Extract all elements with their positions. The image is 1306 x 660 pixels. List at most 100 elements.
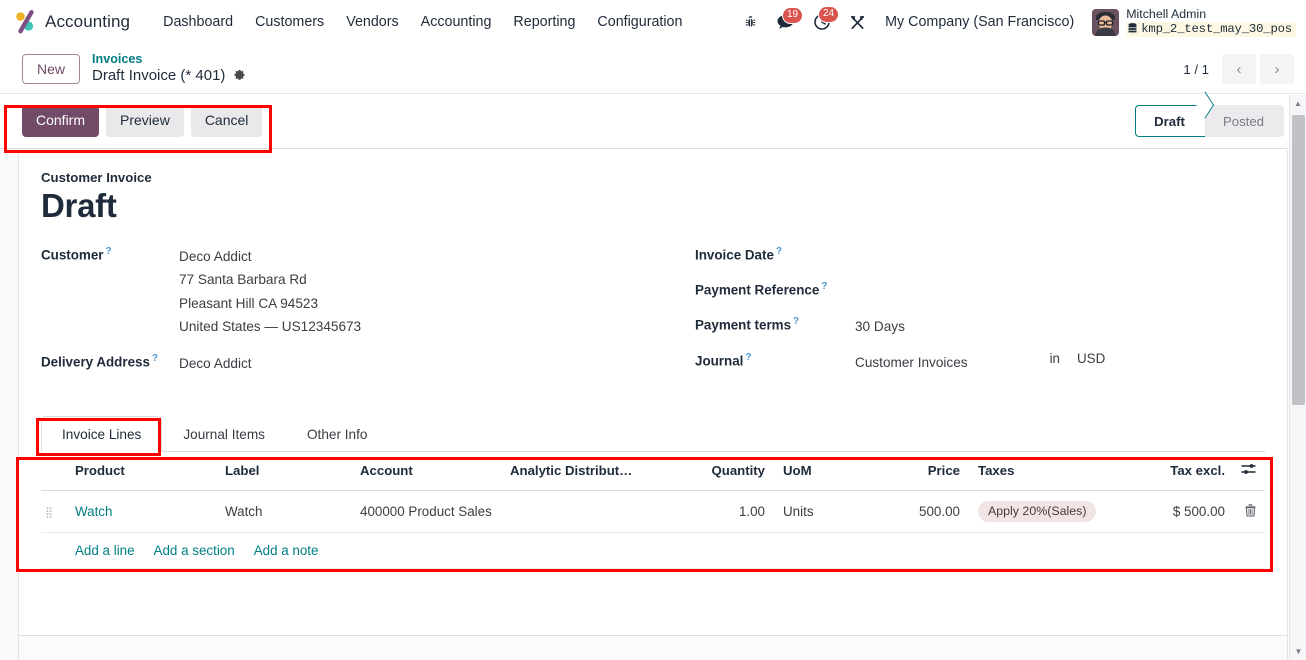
- delete-line-icon[interactable]: [1244, 504, 1257, 520]
- journal-in-label: in: [1049, 351, 1061, 367]
- avatar: [1092, 8, 1120, 36]
- help-icon[interactable]: ?: [776, 246, 782, 257]
- database-name: kmp_2_test_may_30_pos: [1141, 21, 1292, 36]
- pager-next-button[interactable]: ›: [1260, 54, 1294, 84]
- gear-icon[interactable]: [233, 68, 246, 86]
- help-icon[interactable]: ?: [821, 281, 827, 292]
- field-value-customer[interactable]: Deco Addict 77 Santa Barbara Rd Pleasant…: [179, 245, 361, 339]
- add-links: Add a line Add a section Add a note: [67, 532, 1265, 569]
- menu-item-reporting[interactable]: Reporting: [502, 8, 586, 36]
- form-column-right: Invoice Date? Payment Reference? Payment…: [653, 245, 1265, 388]
- vertical-scrollbar[interactable]: ▲ ▼: [1289, 95, 1306, 660]
- column-price[interactable]: Price: [873, 451, 968, 491]
- pager-previous-button[interactable]: ‹: [1222, 54, 1256, 84]
- sheet-footer-blank: [18, 580, 1288, 636]
- form-sheet-area: Customer Invoice Draft Customer? Deco Ad…: [0, 150, 1306, 660]
- scrollbar-thumb[interactable]: [1292, 115, 1305, 405]
- scroll-down-arrow-icon[interactable]: ▼: [1290, 643, 1306, 660]
- record-pager: 1 / 1 ‹ ›: [1183, 54, 1294, 84]
- field-payment-reference: Payment Reference?: [695, 280, 1265, 302]
- user-menu[interactable]: Mitchell Admin kmp_2_test_may_30_pos: [1084, 6, 1296, 38]
- add-a-note-button[interactable]: Add a note: [254, 543, 319, 558]
- column-product[interactable]: Product: [67, 451, 217, 491]
- menu-item-vendors[interactable]: Vendors: [335, 8, 409, 36]
- tab-journal-items[interactable]: Journal Items: [162, 416, 286, 452]
- breadcrumb-current: Draft Invoice (* 401): [92, 67, 246, 86]
- field-value-payment-terms[interactable]: 30 Days: [855, 315, 905, 338]
- column-account[interactable]: Account: [352, 451, 502, 491]
- cell-tax-excluded: $ 500.00: [1143, 490, 1233, 533]
- status-bar: Draft Posted: [1135, 105, 1284, 137]
- field-value-delivery-address[interactable]: Deco Addict: [179, 352, 252, 375]
- brand-name[interactable]: Accounting: [45, 12, 130, 32]
- help-icon[interactable]: ?: [793, 316, 799, 327]
- activities-clock-icon[interactable]: 24: [804, 6, 840, 35]
- chatter-placeholder: [18, 636, 1288, 660]
- activities-count-badge: 24: [818, 6, 840, 23]
- drag-handle-icon[interactable]: ⣿: [45, 507, 54, 519]
- add-a-section-button[interactable]: Add a section: [154, 543, 235, 558]
- form-sheet: Customer Invoice Draft Customer? Deco Ad…: [18, 150, 1288, 580]
- customer-city: Pleasant Hill CA 94523: [179, 295, 319, 311]
- column-options-icon[interactable]: [1241, 463, 1257, 479]
- cell-account[interactable]: 400000 Product Sales: [352, 490, 502, 533]
- tab-invoice-lines[interactable]: Invoice Lines: [41, 415, 163, 452]
- cell-analytic-distribution[interactable]: [502, 490, 687, 533]
- cell-price[interactable]: 500.00: [873, 490, 968, 533]
- status-badge-posted[interactable]: Posted: [1205, 105, 1284, 137]
- database-icon: [1128, 23, 1137, 33]
- breadcrumb: Invoices Draft Invoice (* 401): [92, 52, 246, 86]
- breadcrumb-bar: New Invoices Draft Invoice (* 401) 1 / 1…: [0, 45, 1306, 93]
- cancel-button[interactable]: Cancel: [190, 105, 263, 137]
- cell-quantity[interactable]: 1.00: [687, 490, 773, 533]
- add-a-line-button[interactable]: Add a line: [75, 543, 135, 558]
- confirm-button[interactable]: Confirm: [22, 105, 100, 137]
- bug-icon[interactable]: [734, 11, 767, 34]
- tools-icon[interactable]: [840, 10, 875, 35]
- optional-columns-toggle[interactable]: [1233, 451, 1265, 491]
- field-label-journal: Journal?: [695, 352, 752, 369]
- menu-item-customers[interactable]: Customers: [244, 8, 335, 36]
- column-label[interactable]: Label: [217, 451, 352, 491]
- journal-currency[interactable]: USD: [1077, 351, 1105, 366]
- help-icon[interactable]: ?: [152, 353, 158, 364]
- column-analytic-distribution[interactable]: Analytic Distribut…: [502, 451, 687, 491]
- navbar-systray: 19 24 My Company (San Francisco) Mitchel…: [734, 6, 1296, 38]
- odoo-logo-icon[interactable]: [12, 9, 38, 35]
- table-row[interactable]: ⣿ Watch Watch 400000 Product Sales 1.00 …: [41, 490, 1265, 533]
- cell-taxes[interactable]: Apply 20%(Sales): [968, 490, 1143, 533]
- menu-item-dashboard[interactable]: Dashboard: [152, 8, 244, 36]
- form-column-left: Customer? Deco Addict 77 Santa Barbara R…: [41, 245, 653, 388]
- column-uom[interactable]: UoM: [773, 451, 873, 491]
- pager-count: 1 / 1: [1183, 61, 1209, 77]
- database-badge: kmp_2_test_may_30_pos: [1126, 21, 1296, 38]
- field-label-delivery-address: Delivery Address?: [41, 352, 159, 369]
- cell-product[interactable]: Watch: [67, 490, 217, 533]
- field-value-journal[interactable]: Customer Invoices: [855, 351, 968, 374]
- cell-uom[interactable]: Units: [773, 490, 873, 533]
- menu-item-configuration[interactable]: Configuration: [586, 8, 693, 36]
- column-tax-excluded[interactable]: Tax excl.: [1143, 451, 1233, 491]
- column-taxes[interactable]: Taxes: [968, 451, 1143, 491]
- cell-delete[interactable]: [1233, 490, 1265, 533]
- breadcrumb-parent-invoices[interactable]: Invoices: [92, 52, 246, 68]
- messages-icon[interactable]: 19: [767, 6, 804, 35]
- row-drag-handle[interactable]: ⣿: [41, 490, 67, 533]
- company-switcher[interactable]: My Company (San Francisco): [875, 8, 1084, 36]
- cell-label[interactable]: Watch: [217, 490, 352, 533]
- help-icon[interactable]: ?: [745, 352, 751, 363]
- help-icon[interactable]: ?: [106, 246, 112, 257]
- tax-badge[interactable]: Apply 20%(Sales): [978, 500, 1097, 522]
- menu-item-accounting[interactable]: Accounting: [410, 8, 503, 36]
- top-navbar: Accounting Dashboard Customers Vendors A…: [0, 0, 1306, 45]
- status-badge-draft[interactable]: Draft: [1135, 105, 1205, 137]
- user-name: Mitchell Admin: [1126, 6, 1207, 21]
- new-record-button[interactable]: New: [22, 53, 81, 85]
- field-payment-terms: Payment terms? 30 Days: [695, 315, 1265, 338]
- preview-button[interactable]: Preview: [106, 105, 184, 137]
- scroll-up-arrow-icon[interactable]: ▲: [1290, 95, 1306, 112]
- column-quantity[interactable]: Quantity: [687, 451, 773, 491]
- add-row-spacer: [41, 532, 67, 569]
- tab-other-info[interactable]: Other Info: [286, 416, 388, 452]
- product-link[interactable]: Watch: [75, 504, 112, 519]
